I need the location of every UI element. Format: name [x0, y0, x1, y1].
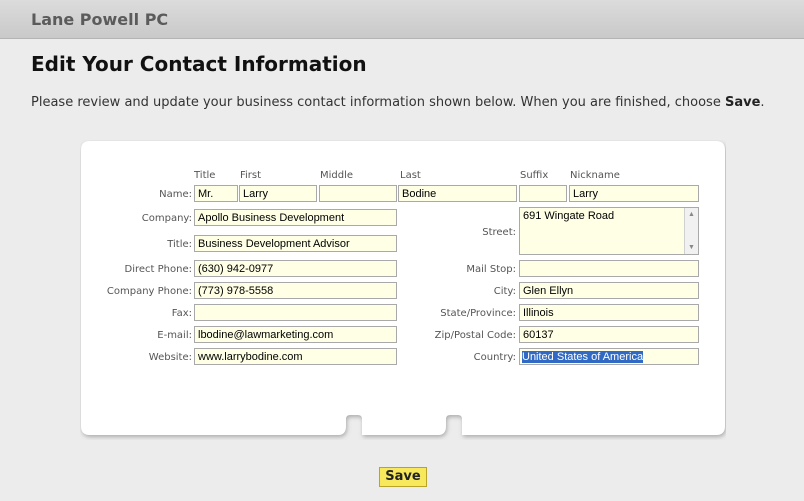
instructions: Please review and update your business c…: [31, 95, 765, 110]
street-field[interactable]: 691 Wingate Road ▲ ▼: [519, 207, 699, 255]
col-first-label: First: [240, 170, 262, 181]
first-name-field[interactable]: Larry: [239, 185, 317, 202]
fax-label: Fax:: [171, 308, 192, 319]
middle-name-field[interactable]: [319, 185, 397, 202]
last-name-field[interactable]: Bodine: [398, 185, 517, 202]
instructions-period: .: [760, 95, 765, 110]
website-field[interactable]: www.larrybodine.com: [194, 348, 397, 365]
name-label: Name:: [159, 189, 192, 200]
street-label: Street:: [482, 227, 516, 238]
scroll-down-icon[interactable]: ▼: [685, 241, 698, 254]
street-scrollbar[interactable]: ▲ ▼: [684, 208, 698, 254]
col-suffix-label: Suffix: [520, 170, 549, 181]
job-title-label: Title:: [167, 239, 192, 250]
instructions-save-word: Save: [724, 95, 761, 110]
direct-phone-field[interactable]: (630) 942-0977: [194, 260, 397, 277]
country-field[interactable]: United States of America: [519, 348, 699, 365]
email-field[interactable]: lbodine@lawmarketing.com: [194, 326, 397, 343]
mail-stop-label: Mail Stop:: [466, 264, 516, 275]
street-value: 691 Wingate Road: [523, 210, 615, 222]
country-label: Country:: [473, 352, 516, 363]
instructions-text: Please review and update your business c…: [31, 95, 725, 110]
city-field[interactable]: Glen Ellyn: [519, 282, 699, 299]
nickname-field[interactable]: Larry: [569, 185, 699, 202]
suffix-field[interactable]: [519, 185, 567, 202]
website-label: Website:: [148, 352, 192, 363]
company-phone-label: Company Phone:: [106, 286, 192, 297]
company-field[interactable]: Apollo Business Development: [194, 209, 397, 226]
col-last-label: Last: [400, 170, 421, 181]
scroll-up-icon[interactable]: ▲: [685, 208, 698, 221]
state-label: State/Province:: [440, 308, 516, 319]
company-label: Company:: [141, 213, 192, 224]
state-field[interactable]: Illinois: [519, 304, 699, 321]
save-button[interactable]: Save: [379, 467, 427, 487]
name-title-field[interactable]: Mr.: [194, 185, 238, 202]
fax-field[interactable]: [194, 304, 397, 321]
col-middle-label: Middle: [320, 170, 354, 181]
col-nickname-label: Nickname: [570, 170, 620, 181]
zip-label: Zip/Postal Code:: [434, 330, 516, 341]
email-label: E-mail:: [157, 330, 192, 341]
col-title-label: Title: [194, 170, 216, 181]
direct-phone-label: Direct Phone:: [124, 264, 192, 275]
mail-stop-field[interactable]: [519, 260, 699, 277]
city-label: City:: [493, 286, 516, 297]
country-value: United States of America: [522, 351, 644, 363]
company-phone-field[interactable]: (773) 978-5558: [194, 282, 397, 299]
page-title: Edit Your Contact Information: [31, 52, 367, 76]
top-bar: Lane Powell PC: [0, 0, 804, 39]
brand-name: Lane Powell PC: [31, 10, 169, 29]
job-title-field[interactable]: Business Development Advisor: [194, 235, 397, 252]
zip-field[interactable]: 60137: [519, 326, 699, 343]
